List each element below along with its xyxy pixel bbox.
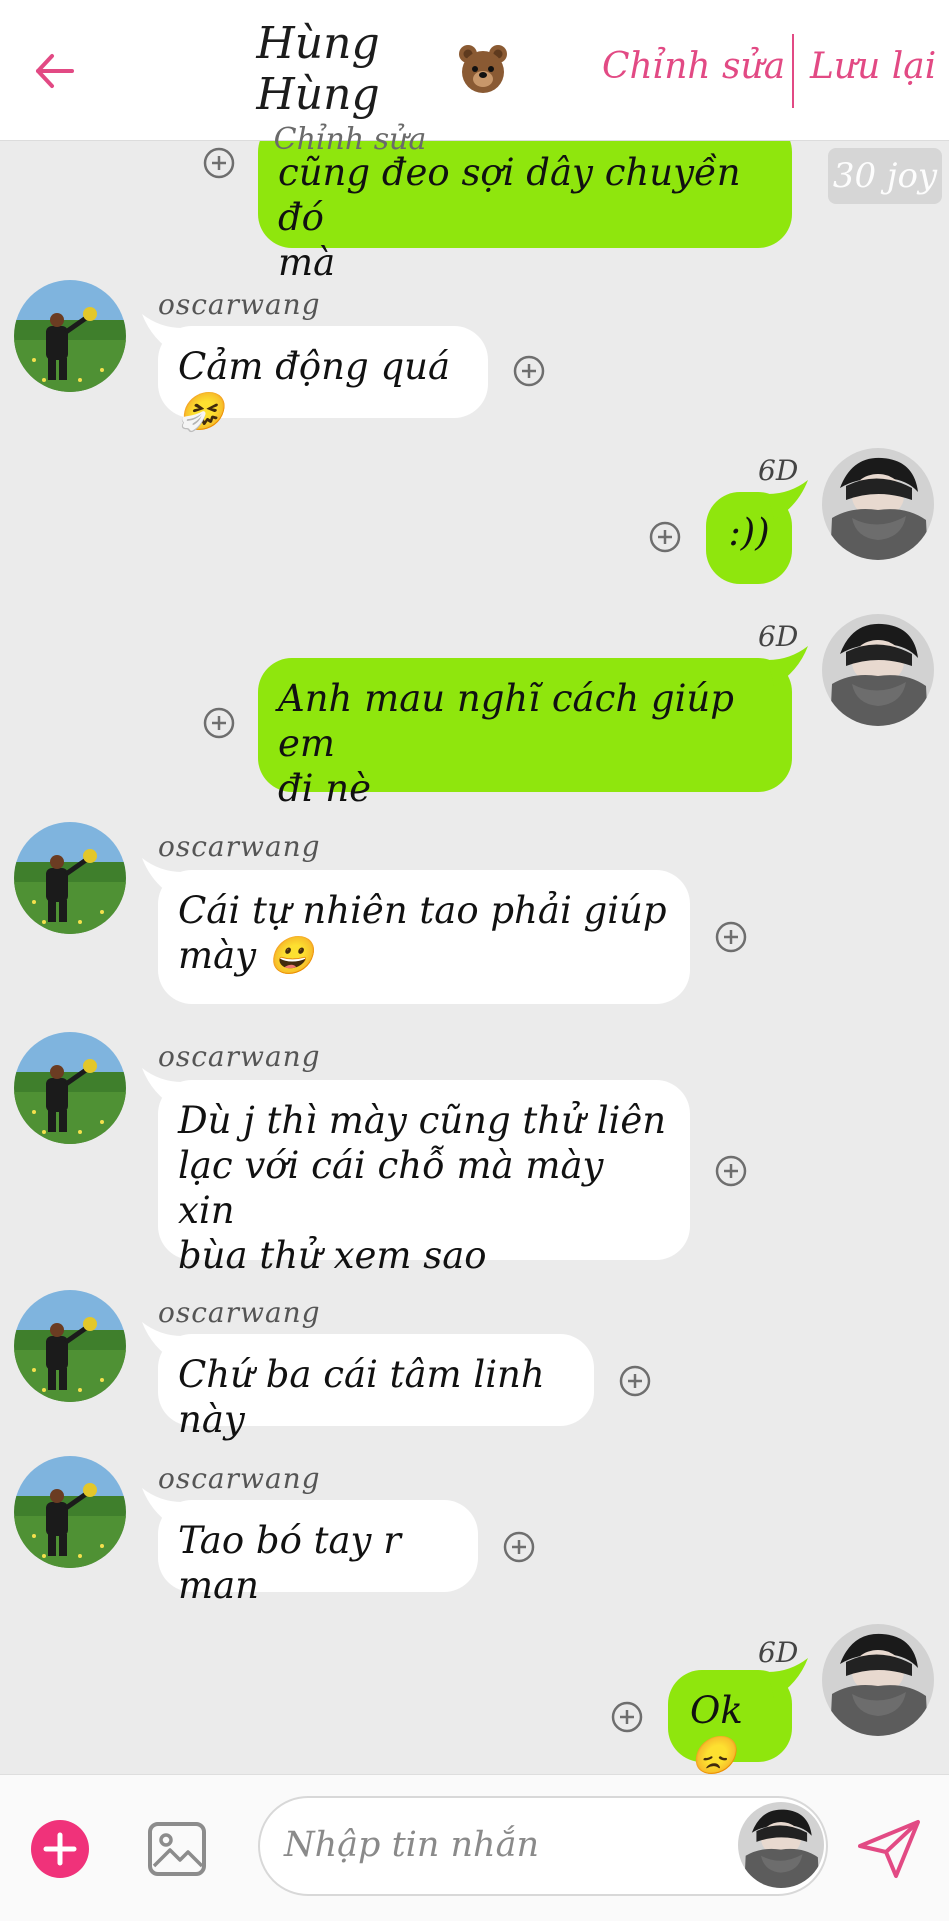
send-button[interactable]: [856, 1818, 922, 1880]
message-line: Chứ ba cái tâm linh này: [178, 1353, 545, 1441]
message-line: Tao bó tay r man: [178, 1519, 401, 1607]
my-avatar[interactable]: [822, 614, 934, 726]
chat-subtitle: Chỉnh sửa: [273, 122, 427, 157]
chat-title: Hùng Hùng: [256, 18, 380, 120]
sent-message-bubble[interactable]: Anh mau nghĩ cách giúp em đi nè: [258, 658, 792, 810]
message-line: Cái tự nhiên tao phải giúp: [178, 889, 667, 932]
add-reaction-icon[interactable]: [714, 1154, 748, 1188]
sender-name: oscarwang: [158, 1296, 321, 1329]
add-reaction-icon[interactable]: [648, 520, 682, 554]
add-attachment-button[interactable]: [29, 1818, 91, 1880]
message-line: cũng đeo sợi dây chuyền đó: [278, 151, 741, 239]
sender-name: oscarwang: [158, 830, 321, 863]
add-reaction-icon[interactable]: [512, 354, 546, 388]
received-message-bubble[interactable]: Cảm động quá 🤧: [158, 326, 488, 433]
sender-name: oscarwang: [158, 1462, 321, 1495]
contact-avatar[interactable]: [14, 822, 126, 934]
sent-message-bubble[interactable]: :)): [706, 492, 792, 584]
message-line: Anh mau nghĩ cách giúp em: [278, 677, 734, 765]
image-picker-button[interactable]: [146, 1818, 208, 1880]
joy-badge: 30 joy: [828, 148, 942, 204]
message-line: Dù j thì mày cũng thử liên: [178, 1099, 667, 1142]
image-icon: [148, 1822, 206, 1876]
add-reaction-icon[interactable]: [610, 1700, 644, 1734]
message-line: lạc với cái chỗ mà mày xin: [178, 1144, 604, 1232]
send-icon: [858, 1820, 920, 1878]
sent-message-bubble[interactable]: Ok😞: [668, 1670, 792, 1774]
received-message-bubble[interactable]: Tao bó tay r man: [158, 1500, 478, 1607]
plus-circle-icon: [31, 1820, 89, 1878]
my-avatar[interactable]: [822, 1624, 934, 1736]
add-reaction-icon[interactable]: [502, 1530, 536, 1564]
message-line: Cảm động quá 🤧: [178, 345, 451, 433]
add-reaction-icon[interactable]: [618, 1364, 652, 1398]
message-input-placeholder: Nhập tin nhắn: [284, 1825, 539, 1865]
bear-emoji-icon: [456, 42, 510, 96]
contact-avatar[interactable]: [14, 1032, 126, 1144]
received-message-bubble[interactable]: Dù j thì mày cũng thử liên lạc với cái c…: [158, 1080, 690, 1277]
sender-name: oscarwang: [158, 1040, 321, 1073]
add-reaction-icon[interactable]: [714, 920, 748, 954]
message-line: Ok😞: [690, 1689, 743, 1774]
sender-name: oscarwang: [158, 288, 321, 321]
input-avatar[interactable]: [738, 1802, 824, 1888]
message-line: mày 😀: [178, 934, 314, 977]
received-message-bubble[interactable]: Cái tự nhiên tao phải giúp mày 😀: [158, 870, 690, 1004]
title-block: Hùng Hùng Chỉnh sửa: [190, 18, 510, 157]
received-message-bubble[interactable]: Chứ ba cái tâm linh này: [158, 1334, 594, 1441]
contact-avatar[interactable]: [14, 1456, 126, 1568]
edit-button[interactable]: Chỉnh sửa: [602, 46, 785, 87]
contact-avatar[interactable]: [14, 1290, 126, 1402]
contact-avatar[interactable]: [14, 280, 126, 392]
message-line: mà: [278, 241, 336, 284]
chat-header: Hùng Hùng Chỉnh sửa Chỉnh sửa Lưu lại: [0, 0, 949, 157]
header-divider: [792, 34, 794, 108]
message-line: đi nè: [278, 767, 372, 810]
message-list[interactable]: cũng đeo sợi dây chuyền đó mà 30 joy osc…: [0, 140, 949, 1774]
save-button[interactable]: Lưu lại: [810, 46, 936, 87]
my-avatar[interactable]: [822, 448, 934, 560]
message-line: bùa thử xem sao: [178, 1234, 487, 1277]
add-reaction-icon[interactable]: [202, 706, 236, 740]
back-arrow-icon[interactable]: [30, 46, 80, 96]
